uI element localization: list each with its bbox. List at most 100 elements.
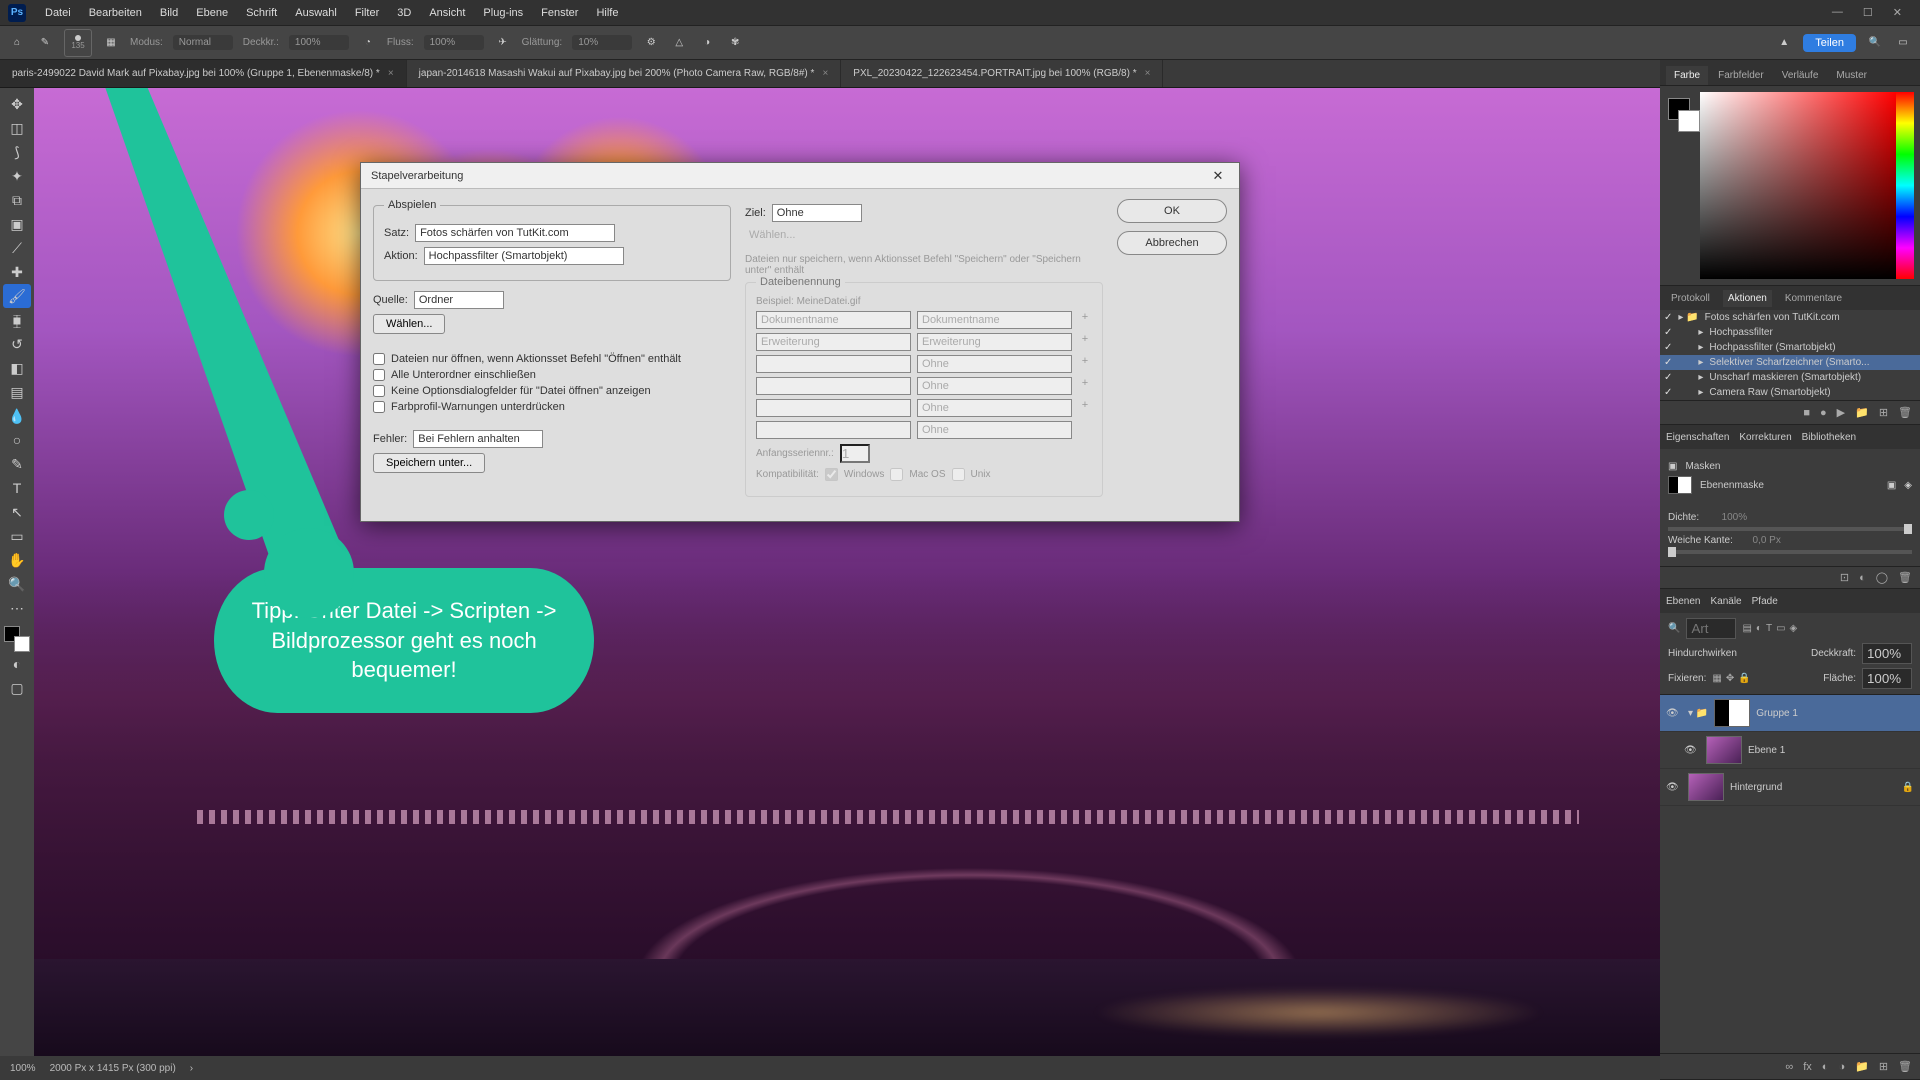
tab-close-icon[interactable]: × [1145, 68, 1151, 79]
dialog-titlebar[interactable]: Stapelverarbeitung ✕ [361, 163, 1239, 189]
search-icon[interactable]: 🔍 [1668, 623, 1680, 634]
density-slider[interactable] [1668, 527, 1912, 531]
smoothing-options-icon[interactable]: ⚙ [642, 34, 660, 52]
adjustment-icon[interactable]: ◑ [1838, 1061, 1845, 1073]
mask-icon[interactable]: ◐ [1822, 1061, 1829, 1073]
color-picker[interactable] [1700, 92, 1896, 279]
lock-pixels-icon[interactable]: ▦ [1712, 673, 1721, 684]
fx-icon[interactable]: fx [1803, 1061, 1812, 1073]
set-select[interactable]: Fotos schärfen von TutKit.com [415, 224, 615, 242]
tab-layers[interactable]: Ebenen [1666, 596, 1700, 607]
path-tool[interactable]: ↖ [3, 500, 31, 524]
menu-item[interactable]: Plug-ins [474, 7, 532, 19]
layer-fill-input[interactable] [1862, 668, 1912, 689]
no-options-checkbox[interactable] [373, 385, 385, 397]
mask-thumbnail[interactable] [1668, 476, 1692, 494]
filter-type-icon[interactable]: T [1766, 623, 1772, 634]
trash-icon[interactable]: 🗑 [1898, 571, 1912, 584]
tab-patterns[interactable]: Muster [1828, 66, 1875, 85]
minimize-icon[interactable]: — [1832, 6, 1843, 19]
dest-select[interactable]: Ohne [772, 204, 862, 222]
move-tool[interactable]: ✥ [3, 92, 31, 116]
tab-close-icon[interactable]: × [388, 68, 394, 79]
tab-libraries[interactable]: Bibliotheken [1802, 432, 1856, 443]
menu-item[interactable]: Fenster [532, 7, 587, 19]
menu-item[interactable]: Ebene [187, 7, 237, 19]
tab-color[interactable]: Farbe [1666, 66, 1708, 85]
pressure-size-icon[interactable]: ◑ [698, 34, 716, 52]
close-icon[interactable]: ✕ [1893, 6, 1902, 19]
menu-item[interactable]: Schrift [237, 7, 286, 19]
shape-tool[interactable]: ▭ [3, 524, 31, 548]
lock-position-icon[interactable]: ✥ [1726, 673, 1734, 684]
home-icon[interactable]: ⌂ [8, 34, 26, 52]
info-chevron-icon[interactable]: › [190, 1063, 193, 1074]
layer-row[interactable]: 👁 Ebene 1 [1660, 732, 1920, 769]
action-row[interactable]: ✓▸Hochpassfilter [1660, 325, 1920, 340]
no-profile-checkbox[interactable] [373, 401, 385, 413]
blur-tool[interactable]: 💧 [3, 404, 31, 428]
ok-button[interactable]: OK [1117, 199, 1227, 223]
panel-fg-bg[interactable] [1666, 92, 1700, 279]
zoom-tool[interactable]: 🔍 [3, 572, 31, 596]
menu-item[interactable]: Datei [36, 7, 80, 19]
action-row[interactable]: ✓▸Unscharf maskieren (Smartobjekt) [1660, 370, 1920, 385]
layer-opacity-input[interactable] [1862, 643, 1912, 664]
mask-thumb[interactable] [1714, 699, 1750, 727]
wand-tool[interactable]: ✦ [3, 164, 31, 188]
tab-history[interactable]: Protokoll [1666, 290, 1715, 307]
action-set-row[interactable]: ✓▸ 📁Fotos schärfen von TutKit.com [1660, 310, 1920, 325]
choose-source-button[interactable]: Wählen... [373, 314, 445, 334]
menu-item[interactable]: 3D [388, 7, 420, 19]
menu-item[interactable]: Ansicht [420, 7, 474, 19]
type-tool[interactable]: T [3, 476, 31, 500]
action-row[interactable]: ✓▸Selektiver Scharfzeichner (Smarto... [1660, 355, 1920, 370]
layer-thumb[interactable] [1688, 773, 1724, 801]
layer-row[interactable]: 👁 Hintergrund 🔒 [1660, 769, 1920, 806]
open-only-checkbox[interactable] [373, 353, 385, 365]
smoothing-input[interactable]: 10% [572, 35, 632, 50]
layer-filter-input[interactable] [1686, 618, 1736, 639]
frame-tool[interactable]: ▣ [3, 212, 31, 236]
filter-adjust-icon[interactable]: ◐ [1756, 623, 1762, 634]
lock-icon[interactable]: 🔒 [1902, 782, 1914, 793]
group-icon[interactable]: 📁 [1855, 1060, 1869, 1073]
layer-name[interactable]: Hintergrund [1730, 782, 1782, 793]
tab-channels[interactable]: Kanäle [1710, 596, 1741, 607]
gradient-tool[interactable]: ▤ [3, 380, 31, 404]
mask-mode-icon[interactable]: ◐ [3, 652, 31, 676]
tab-close-icon[interactable]: × [822, 68, 828, 79]
trash-icon[interactable]: 🗑 [1898, 406, 1912, 419]
mode-select[interactable]: Normal [173, 35, 233, 50]
layer-thumb[interactable] [1706, 736, 1742, 764]
apply-icon[interactable]: ◯ [1876, 571, 1888, 584]
mask-from-sel-icon[interactable]: ⊡ [1840, 571, 1849, 584]
layer-row[interactable]: 👁▾ 📁 Gruppe 1 [1660, 695, 1920, 732]
document-tab[interactable]: paris-2499022 David Mark auf Pixabay.jpg… [0, 60, 407, 87]
tab-actions[interactable]: Aktionen [1723, 290, 1772, 307]
menu-item[interactable]: Bild [151, 7, 187, 19]
history-brush-tool[interactable]: ↺ [3, 332, 31, 356]
crop-tool[interactable]: ⧉ [3, 188, 31, 212]
tab-paths[interactable]: Pfade [1752, 596, 1778, 607]
share-button[interactable]: Teilen [1803, 34, 1856, 52]
blend-mode[interactable]: Hindurchwirken [1668, 648, 1805, 659]
fg-bg-swatch[interactable] [4, 626, 30, 652]
brush-tool[interactable]: 🖌 [3, 284, 31, 308]
select-subject-icon[interactable]: ▲ [1775, 34, 1793, 52]
play-icon[interactable]: ▶ [1837, 406, 1845, 419]
action-select[interactable]: Hochpassfilter (Smartobjekt) [424, 247, 624, 265]
menu-item[interactable]: Auswahl [286, 7, 346, 19]
trash-icon[interactable]: 🗑 [1898, 1060, 1912, 1073]
visibility-icon[interactable]: 👁 [1666, 782, 1682, 793]
vector-mask-icon[interactable]: ◈ [1904, 480, 1912, 491]
new-layer-icon[interactable]: ⊞ [1879, 1060, 1888, 1073]
tab-gradients[interactable]: Verläufe [1774, 66, 1827, 85]
errors-select[interactable]: Bei Fehlern anhalten [413, 430, 543, 448]
visibility-icon[interactable]: 👁 [1666, 708, 1682, 719]
new-set-icon[interactable]: 📁 [1855, 406, 1869, 419]
tab-adjustments[interactable]: Korrekturen [1739, 432, 1791, 443]
angle-icon[interactable]: △ [670, 34, 688, 52]
lasso-tool[interactable]: ⟆ [3, 140, 31, 164]
opacity-input[interactable]: 100% [289, 35, 349, 50]
